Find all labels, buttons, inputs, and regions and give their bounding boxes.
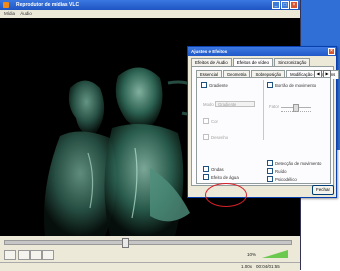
motion-detect-checkbox[interactable]: Detecção de movimento (267, 160, 321, 166)
seek-handle[interactable] (122, 238, 129, 248)
menu-media[interactable]: Mídia (4, 11, 15, 16)
color-checkbox-box[interactable] (203, 118, 209, 124)
gradient-checkbox[interactable]: Gradiente (201, 82, 228, 88)
stop-button[interactable] (30, 250, 42, 260)
column-divider (263, 80, 264, 140)
cartoon-label: Desenho (211, 134, 229, 140)
vlc-titlebar: Reprodutor de mídias VLC _ □ × (0, 0, 300, 10)
water-effect-checkbox[interactable]: Efeito de água (203, 174, 239, 180)
seek-bar[interactable] (4, 238, 292, 248)
dialog-title: Ajustes e Efeitos (191, 49, 228, 54)
next-button[interactable] (42, 250, 54, 260)
motion-blur-label: Borrão de movimento (275, 82, 317, 88)
waves-checkbox[interactable]: Ondas (203, 166, 224, 172)
color-checkbox[interactable]: Cor (203, 118, 218, 124)
motion-detect-checkbox-box[interactable] (267, 160, 273, 166)
dialog-close-button[interactable]: × (328, 48, 335, 55)
previous-button[interactable] (18, 250, 30, 260)
cartoon-checkbox-box[interactable] (203, 134, 209, 140)
volume-percent: 10% (247, 252, 257, 257)
gradient-label: Gradiente (209, 82, 228, 88)
playback-speed[interactable]: 1.00x (241, 263, 252, 270)
dialog-close-text-button[interactable]: Fechar (312, 185, 334, 195)
main-tabs: Efeitos de Áudio Efeitos de vídeo Sincro… (191, 58, 311, 68)
motion-blur-checkbox[interactable]: Borrão de movimento (267, 82, 316, 88)
color-label: Cor (211, 118, 218, 124)
mode-select[interactable]: Gradiente (215, 101, 255, 107)
noise-checkbox-box[interactable] (267, 168, 273, 174)
image-modification-panel: Gradiente Modo Gradiente Cor Desenho Ond… (196, 77, 331, 207)
water-effect-checkbox-box[interactable] (203, 174, 209, 180)
video-effects-panel: Essencial Geometria Sobreposição Modific… (191, 66, 340, 207)
waves-checkbox-box[interactable] (203, 166, 209, 172)
cartoon-checkbox[interactable]: Desenho (203, 134, 228, 140)
factor-slider-ticks (281, 111, 311, 114)
vlc-menubar: Mídia Áudio (0, 10, 300, 18)
noise-label: Ruído (275, 168, 287, 174)
water-effect-label: Efeito de água (211, 174, 239, 180)
menu-audio[interactable]: Áudio (20, 11, 32, 16)
dialog-titlebar: Ajustes e Efeitos × (188, 47, 336, 56)
close-button[interactable]: × (290, 1, 298, 9)
highlight-ellipse (205, 183, 247, 207)
mode-label: Modo (203, 102, 214, 107)
vlc-title: Reprodutor de mídias VLC (16, 2, 80, 8)
psychedelic-label: Psicodélico (275, 176, 297, 182)
play-button[interactable] (4, 250, 16, 260)
motion-detect-label: Detecção de movimento (275, 160, 322, 166)
psychedelic-checkbox[interactable]: Psicodélico (267, 176, 297, 182)
noise-checkbox[interactable]: Ruído (267, 168, 286, 174)
vlc-cone-icon (3, 2, 9, 8)
volume-slider[interactable] (262, 250, 288, 258)
psychedelic-checkbox-box[interactable] (267, 176, 273, 182)
gradient-checkbox-box[interactable] (201, 82, 207, 88)
waves-label: Ondas (211, 166, 224, 172)
elapsed-time[interactable]: 00:04/01:55 (256, 263, 280, 270)
adjustments-dialog: Ajustes e Efeitos × Efeitos de Áudio Efe… (187, 46, 340, 207)
minimize-button[interactable]: _ (272, 1, 280, 9)
motion-blur-checkbox-box[interactable] (267, 82, 273, 88)
factor-label: Fator (269, 104, 280, 109)
maximize-button[interactable]: □ (281, 1, 289, 9)
